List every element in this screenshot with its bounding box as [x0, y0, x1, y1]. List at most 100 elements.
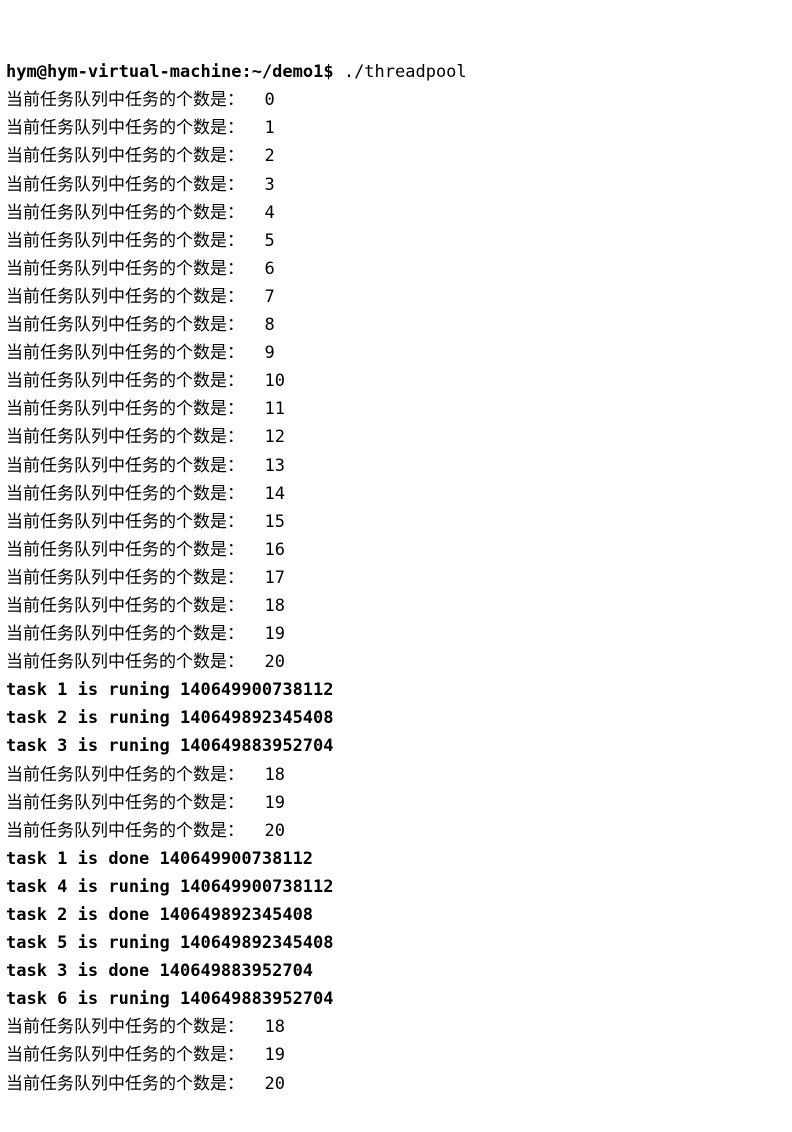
- prompt-path: ~/demo1: [252, 62, 324, 82]
- status-line: task 1 is runing 140649900738112: [6, 676, 786, 704]
- prompt-dollar: $: [323, 62, 333, 82]
- prompt-at: @: [37, 62, 47, 82]
- queue-line: 当前任务队列中任务的个数是： 0: [6, 86, 786, 114]
- queue-line: 当前任务队列中任务的个数是： 13: [6, 452, 786, 480]
- status-text: task 6 is runing 140649883952704: [6, 989, 334, 1009]
- queue-line: 当前任务队列中任务的个数是： 11: [6, 395, 786, 423]
- queue-count: 0: [264, 86, 274, 114]
- command-text: ./threadpool: [334, 62, 467, 82]
- queue-count: 6: [264, 255, 274, 283]
- queue-label: 当前任务队列中任务的个数是：: [6, 203, 264, 223]
- queue-count: 13: [264, 452, 284, 480]
- queue-count: 20: [264, 817, 284, 845]
- queue-label: 当前任务队列中任务的个数是：: [6, 146, 264, 166]
- queue-label: 当前任务队列中任务的个数是：: [6, 484, 264, 504]
- status-text: task 1 is runing 140649900738112: [6, 680, 334, 700]
- queue-label: 当前任务队列中任务的个数是：: [6, 456, 264, 476]
- status-text: task 3 is runing 140649883952704: [6, 736, 334, 756]
- queue-count: 4: [264, 199, 274, 227]
- queue-count: 5: [264, 227, 274, 255]
- queue-label: 当前任务队列中任务的个数是：: [6, 596, 264, 616]
- queue-count: 12: [264, 423, 284, 451]
- queue-count: 18: [264, 761, 284, 789]
- queue-line: 当前任务队列中任务的个数是： 16: [6, 536, 786, 564]
- queue-line: 当前任务队列中任务的个数是： 17: [6, 564, 786, 592]
- queue-count: 2: [264, 142, 274, 170]
- queue-line: 当前任务队列中任务的个数是： 3: [6, 171, 786, 199]
- queue-label: 当前任务队列中任务的个数是：: [6, 371, 264, 391]
- queue-label: 当前任务队列中任务的个数是：: [6, 765, 264, 785]
- queue-label: 当前任务队列中任务的个数是：: [6, 343, 264, 363]
- status-line: task 5 is runing 140649892345408: [6, 929, 786, 957]
- queue-line: 当前任务队列中任务的个数是： 19: [6, 789, 786, 817]
- queue-line: 当前任务队列中任务的个数是： 18: [6, 761, 786, 789]
- queue-line: 当前任务队列中任务的个数是： 12: [6, 423, 786, 451]
- status-line: task 3 is done 140649883952704: [6, 957, 786, 985]
- status-line: task 4 is runing 140649900738112: [6, 873, 786, 901]
- queue-line: 当前任务队列中任务的个数是： 18: [6, 1013, 786, 1041]
- queue-line: 当前任务队列中任务的个数是： 6: [6, 255, 786, 283]
- queue-label: 当前任务队列中任务的个数是：: [6, 793, 264, 813]
- queue-label: 当前任务队列中任务的个数是：: [6, 287, 264, 307]
- queue-line: 当前任务队列中任务的个数是： 20: [6, 817, 786, 845]
- queue-label: 当前任务队列中任务的个数是：: [6, 1017, 264, 1037]
- queue-count: 19: [264, 1041, 284, 1069]
- queue-line: 当前任务队列中任务的个数是： 4: [6, 199, 786, 227]
- status-text: task 3 is done 140649883952704: [6, 961, 313, 981]
- prompt-user: hym: [6, 62, 37, 82]
- queue-label: 当前任务队列中任务的个数是：: [6, 399, 264, 419]
- queue-label: 当前任务队列中任务的个数是：: [6, 1074, 264, 1094]
- status-line: task 2 is runing 140649892345408: [6, 704, 786, 732]
- queue-label: 当前任务队列中任务的个数是：: [6, 259, 264, 279]
- queue-label: 当前任务队列中任务的个数是：: [6, 512, 264, 532]
- queue-label: 当前任务队列中任务的个数是：: [6, 175, 264, 195]
- queue-count: 14: [264, 480, 284, 508]
- status-text: task 1 is done 140649900738112: [6, 849, 313, 869]
- queue-label: 当前任务队列中任务的个数是：: [6, 624, 264, 644]
- queue-count: 15: [264, 508, 284, 536]
- queue-count: 18: [264, 1013, 284, 1041]
- queue-count: 19: [264, 789, 284, 817]
- queue-label: 当前任务队列中任务的个数是：: [6, 540, 264, 560]
- queue-label: 当前任务队列中任务的个数是：: [6, 1045, 264, 1065]
- status-line: task 3 is runing 140649883952704: [6, 732, 786, 760]
- queue-count: 11: [264, 395, 284, 423]
- queue-line: 当前任务队列中任务的个数是： 8: [6, 311, 786, 339]
- terminal-output: hym@hym-virtual-machine:~/demo1$ ./threa…: [0, 0, 792, 1132]
- status-text: task 2 is done 140649892345408: [6, 905, 313, 925]
- queue-line: 当前任务队列中任务的个数是： 19: [6, 620, 786, 648]
- queue-label: 当前任务队列中任务的个数是：: [6, 568, 264, 588]
- queue-label: 当前任务队列中任务的个数是：: [6, 427, 264, 447]
- queue-line: 当前任务队列中任务的个数是： 18: [6, 592, 786, 620]
- prompt-line[interactable]: hym@hym-virtual-machine:~/demo1$ ./threa…: [6, 58, 786, 86]
- prompt-colon: :: [241, 62, 251, 82]
- queue-count: 1: [264, 114, 274, 142]
- queue-line: 当前任务队列中任务的个数是： 1: [6, 114, 786, 142]
- queue-count: 20: [264, 1070, 284, 1098]
- prompt-host: hym-virtual-machine: [47, 62, 241, 82]
- queue-count: 19: [264, 620, 284, 648]
- status-text: task 4 is runing 140649900738112: [6, 877, 334, 897]
- status-text: task 2 is runing 140649892345408: [6, 708, 334, 728]
- queue-count: 7: [264, 283, 274, 311]
- queue-line: 当前任务队列中任务的个数是： 9: [6, 339, 786, 367]
- queue-line: 当前任务队列中任务的个数是： 19: [6, 1041, 786, 1069]
- queue-line: 当前任务队列中任务的个数是： 14: [6, 480, 786, 508]
- queue-count: 8: [264, 311, 274, 339]
- queue-count: 9: [264, 339, 274, 367]
- queue-line: 当前任务队列中任务的个数是： 2: [6, 142, 786, 170]
- queue-line: 当前任务队列中任务的个数是： 15: [6, 508, 786, 536]
- queue-line: 当前任务队列中任务的个数是： 20: [6, 648, 786, 676]
- queue-line: 当前任务队列中任务的个数是： 10: [6, 367, 786, 395]
- status-text: task 5 is runing 140649892345408: [6, 933, 334, 953]
- queue-count: 16: [264, 536, 284, 564]
- status-line: task 1 is done 140649900738112: [6, 845, 786, 873]
- queue-label: 当前任务队列中任务的个数是：: [6, 231, 264, 251]
- queue-label: 当前任务队列中任务的个数是：: [6, 652, 264, 672]
- queue-label: 当前任务队列中任务的个数是：: [6, 90, 264, 110]
- queue-label: 当前任务队列中任务的个数是：: [6, 821, 264, 841]
- queue-count: 17: [264, 564, 284, 592]
- queue-count: 3: [264, 171, 274, 199]
- queue-line: 当前任务队列中任务的个数是： 5: [6, 227, 786, 255]
- queue-count: 10: [264, 367, 284, 395]
